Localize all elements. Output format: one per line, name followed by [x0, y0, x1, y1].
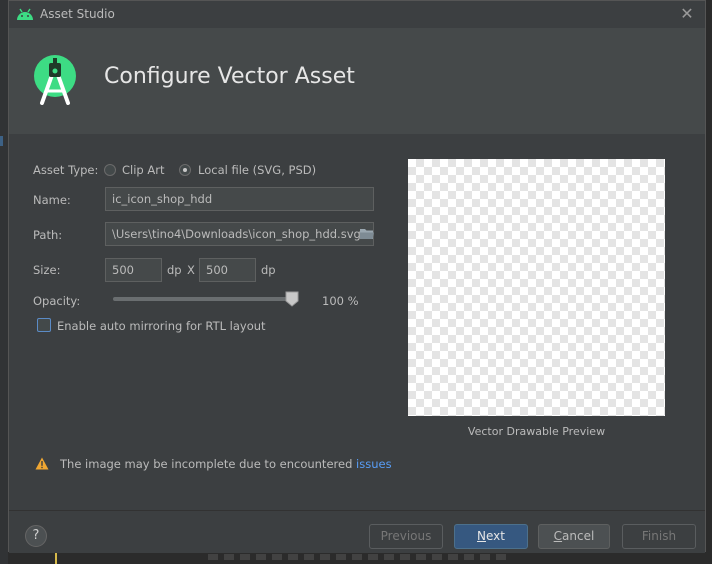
radio-local-file[interactable] — [179, 164, 191, 176]
close-icon[interactable]: ✕ — [677, 4, 697, 24]
issues-link[interactable]: issues — [356, 457, 392, 471]
dialog-footer: ? Previous Next Cancel Finish — [9, 510, 705, 553]
opacity-label: Opacity: — [33, 294, 81, 308]
path-label: Path: — [33, 228, 63, 242]
ide-left-gutter — [0, 0, 8, 564]
preview-caption: Vector Drawable Preview — [467, 425, 606, 438]
previous-button[interactable]: Previous — [369, 524, 443, 549]
rtl-mirroring-label[interactable]: Enable auto mirroring for RTL layout — [57, 319, 266, 333]
next-button[interactable]: Next — [454, 524, 528, 549]
opacity-slider-track[interactable] — [113, 297, 293, 301]
size-label: Size: — [33, 263, 61, 277]
warning-text: The image may be incomplete due to encou… — [60, 457, 357, 471]
next-label: ext — [486, 529, 505, 543]
editor-code-line — [208, 554, 508, 560]
editor-caret — [55, 552, 57, 564]
radio-clip-art[interactable] — [104, 164, 116, 176]
asset-type-label: Asset Type: — [33, 163, 99, 177]
gutter-marker — [0, 136, 3, 146]
vector-preview-canvas — [408, 159, 665, 416]
page-title: Configure Vector Asset — [104, 64, 355, 89]
next-mnemonic: N — [477, 529, 486, 543]
name-label: Name: — [33, 193, 71, 207]
cancel-label: ancel — [562, 529, 595, 543]
title-bar: Asset Studio ✕ — [9, 1, 705, 28]
rtl-mirroring-checkbox[interactable] — [37, 318, 51, 332]
radio-clip-art-label[interactable]: Clip Art — [122, 163, 164, 177]
path-field[interactable]: \Users\tino4\Downloads\icon_shop_hdd.svg — [105, 222, 374, 246]
help-button[interactable]: ? — [25, 525, 47, 547]
android-icon — [17, 8, 33, 20]
size-separator: X — [187, 263, 195, 277]
warning-message: The image may be incomplete due to encou… — [60, 457, 392, 471]
header-banner: Configure Vector Asset — [9, 28, 705, 134]
folder-browse-icon[interactable] — [359, 227, 375, 240]
width-field[interactable]: 500 — [105, 258, 162, 282]
window-title: Asset Studio — [40, 7, 115, 21]
asset-studio-dialog: Asset Studio ✕ Configure Vector Asset As… — [8, 0, 706, 553]
radio-local-file-label[interactable]: Local file (SVG, PSD) — [198, 163, 316, 177]
finish-button[interactable]: Finish — [622, 524, 696, 549]
width-unit: dp — [167, 263, 182, 277]
opacity-slider-thumb[interactable] — [285, 291, 299, 307]
height-field[interactable]: 500 — [199, 258, 256, 282]
height-unit: dp — [261, 263, 276, 277]
ide-editor-strip — [8, 552, 712, 564]
cancel-mnemonic: C — [553, 529, 563, 543]
android-studio-logo-icon — [34, 55, 76, 105]
warning-icon — [35, 457, 49, 470]
name-field[interactable]: ic_icon_shop_hdd — [105, 187, 374, 211]
opacity-value: 100 % — [322, 294, 359, 308]
cancel-button[interactable]: Cancel — [538, 524, 610, 549]
